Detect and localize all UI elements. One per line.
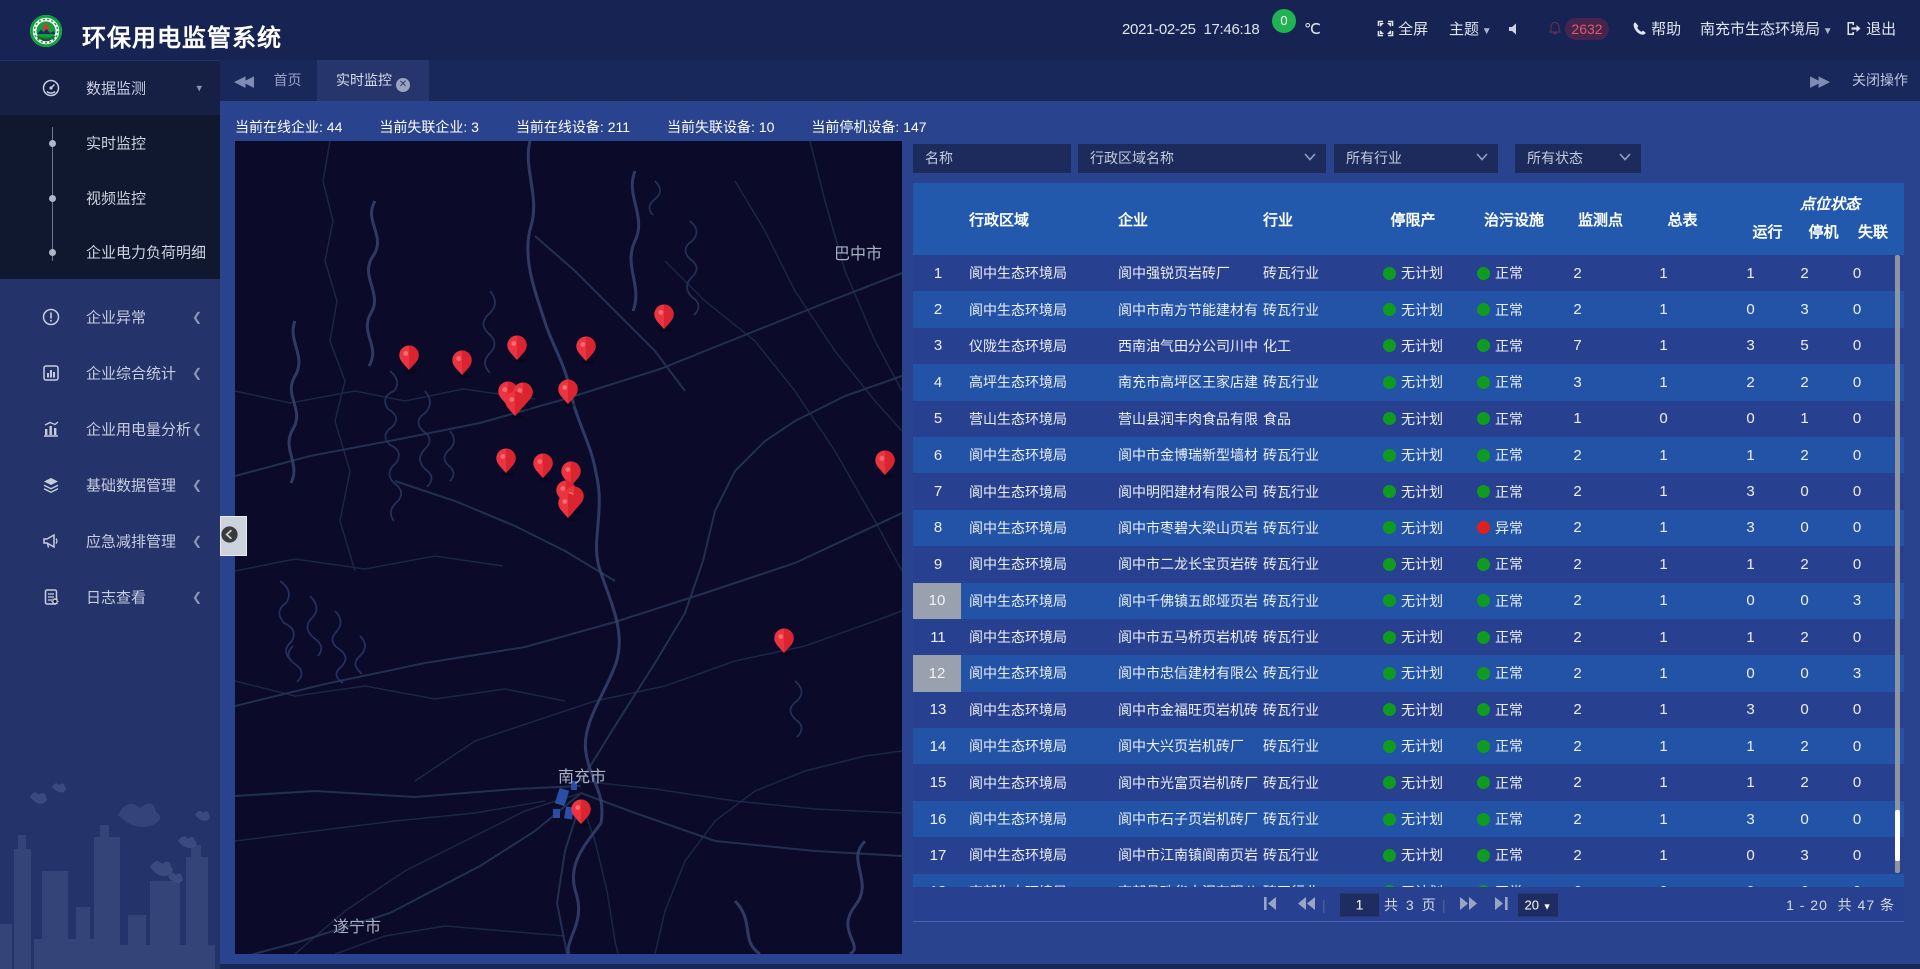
svg-text:巴中市: 巴中市	[834, 245, 882, 263]
svg-text:南充市: 南充市	[558, 768, 606, 786]
svg-text:遂宁市: 遂宁市	[333, 918, 381, 936]
